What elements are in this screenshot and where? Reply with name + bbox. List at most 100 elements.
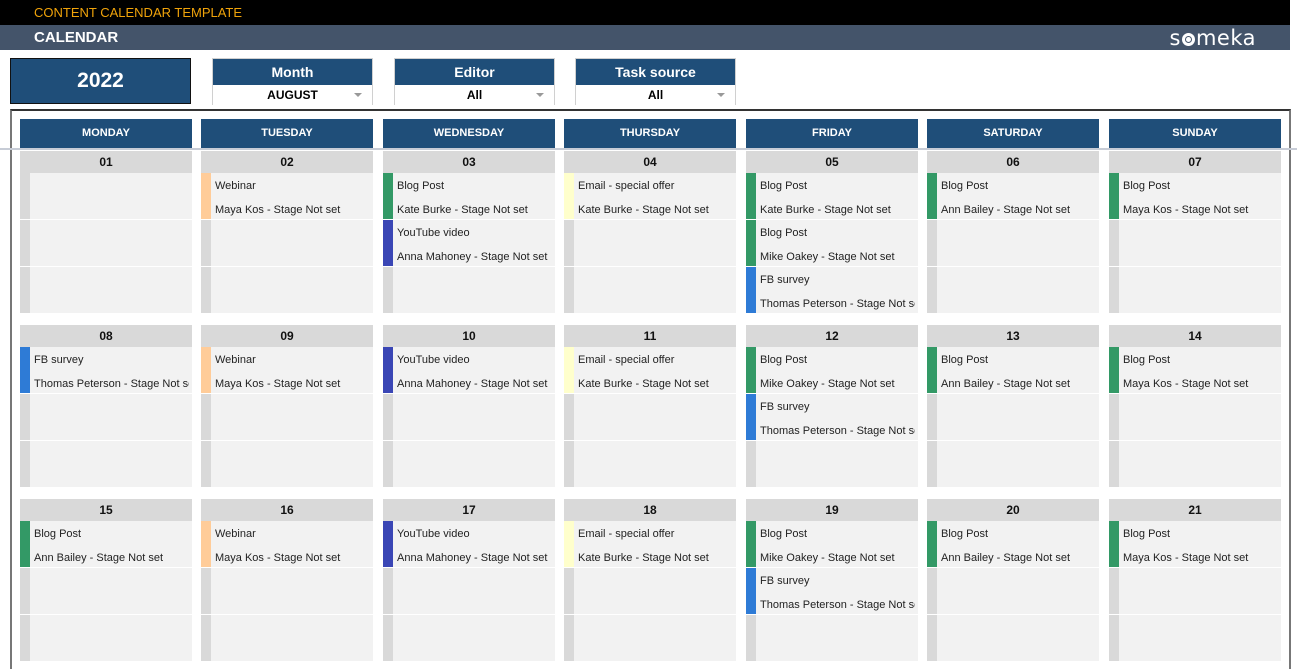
task-detail: Maya Kos - Stage Not set xyxy=(1123,378,1249,390)
task-type: Email - special offer xyxy=(578,528,675,540)
day-number: 13 xyxy=(927,325,1099,347)
empty-task-slot[interactable] xyxy=(1109,220,1281,267)
day-cell: 13 Blog Post Ann Bailey - Stage Not set xyxy=(927,325,1099,488)
task-entry[interactable]: Blog Post Mike Oakey - Stage Not set xyxy=(746,220,918,267)
task-entry[interactable]: Webinar Maya Kos - Stage Not set xyxy=(201,521,373,568)
task-entry[interactable]: Blog Post Maya Kos - Stage Not set xyxy=(1109,173,1281,220)
task-color-marker xyxy=(927,521,937,567)
task-entry[interactable]: Blog Post Ann Bailey - Stage Not set xyxy=(927,347,1099,394)
task-entry[interactable]: Blog Post Maya Kos - Stage Not set xyxy=(1109,521,1281,568)
empty-task-slot[interactable] xyxy=(927,441,1099,488)
day-cell: 01 xyxy=(20,151,192,314)
task-entry[interactable]: YouTube video Anna Mahoney - Stage Not se… xyxy=(383,220,555,267)
empty-task-slot[interactable] xyxy=(564,615,736,662)
task-entry[interactable]: Email - special offer Kate Burke - Stage … xyxy=(564,347,736,394)
day-cell: 19 Blog Post Mike Oakey - Stage Not set FB … xyxy=(746,499,918,662)
task-detail: Mike Oakey - Stage Not set xyxy=(760,251,895,263)
editor-select[interactable]: All xyxy=(395,85,554,105)
someka-logo: s meka xyxy=(1169,26,1256,50)
empty-task-slot[interactable] xyxy=(564,394,736,441)
task-entry[interactable]: Blog Post Mike Oakey - Stage Not set xyxy=(746,521,918,568)
day-cell: 07 Blog Post Maya Kos - Stage Not set xyxy=(1109,151,1281,314)
empty-task-slot[interactable] xyxy=(564,220,736,267)
task-type: Blog Post xyxy=(760,180,808,192)
task-type: Blog Post xyxy=(941,180,989,192)
task-entry[interactable]: YouTube video Anna Mahoney - Stage Not se… xyxy=(383,521,555,568)
empty-task-slot[interactable] xyxy=(564,267,736,314)
empty-task-slot[interactable] xyxy=(927,568,1099,615)
empty-task-slot[interactable] xyxy=(201,441,373,488)
task-entry[interactable]: Email - special offer Kate Burke - Stage … xyxy=(564,521,736,568)
empty-task-slot[interactable] xyxy=(201,220,373,267)
task-detail: Mike Oakey - Stage Not set xyxy=(760,552,895,564)
empty-task-slot[interactable] xyxy=(1109,267,1281,314)
month-select[interactable]: AUGUST xyxy=(213,85,372,105)
day-number: 01 xyxy=(20,151,192,173)
empty-task-slot[interactable] xyxy=(383,441,555,488)
task-color-marker xyxy=(1109,173,1119,219)
task-source-select[interactable]: All xyxy=(576,85,735,105)
task-color-marker xyxy=(1109,267,1119,313)
day-cell: 04 Email - special offer Kate Burke - Stag… xyxy=(564,151,736,314)
task-entry[interactable]: Blog Post Kate Burke - Stage Not set xyxy=(746,173,918,220)
day-cell: 17 YouTube video Anna Mahoney - Stage Not … xyxy=(383,499,555,662)
task-entry[interactable]: YouTube video Anna Mahoney - Stage Not se… xyxy=(383,347,555,394)
weekday-header-wednesday: WEDNESDAY xyxy=(383,119,555,148)
dropdown-arrow-icon[interactable] xyxy=(536,93,544,97)
day-number: 12 xyxy=(746,325,918,347)
empty-task-slot[interactable] xyxy=(564,441,736,488)
empty-task-slot[interactable] xyxy=(1109,441,1281,488)
empty-task-slot[interactable] xyxy=(201,615,373,662)
task-color-marker xyxy=(746,441,756,487)
year-display[interactable]: 2022 xyxy=(10,58,191,104)
empty-task-slot[interactable] xyxy=(20,220,192,267)
task-entry[interactable]: FB survey Thomas Peterson - Stage Not set xyxy=(746,568,918,615)
empty-task-slot[interactable] xyxy=(201,267,373,314)
day-cell: 09 Webinar Maya Kos - Stage Not set xyxy=(201,325,373,488)
section-title: CALENDAR xyxy=(34,29,119,46)
empty-task-slot[interactable] xyxy=(927,394,1099,441)
empty-task-slot[interactable] xyxy=(201,394,373,441)
empty-task-slot[interactable] xyxy=(20,441,192,488)
empty-task-slot[interactable] xyxy=(564,568,736,615)
empty-task-slot[interactable] xyxy=(746,615,918,662)
empty-task-slot[interactable] xyxy=(20,568,192,615)
empty-task-slot[interactable] xyxy=(746,441,918,488)
empty-task-slot[interactable] xyxy=(20,173,192,220)
task-entry[interactable]: Blog Post Ann Bailey - Stage Not set xyxy=(20,521,192,568)
empty-task-slot[interactable] xyxy=(201,568,373,615)
empty-task-slot[interactable] xyxy=(927,615,1099,662)
task-color-marker xyxy=(1109,615,1119,661)
task-entry[interactable]: Blog Post Ann Bailey - Stage Not set xyxy=(927,173,1099,220)
dropdown-arrow-icon[interactable] xyxy=(354,93,362,97)
task-entry[interactable]: Blog Post Maya Kos - Stage Not set xyxy=(1109,347,1281,394)
task-entry[interactable]: Email - special offer Kate Burke - Stage … xyxy=(564,173,736,220)
task-entry[interactable]: Blog Post Kate Burke - Stage Not set xyxy=(383,173,555,220)
empty-task-slot[interactable] xyxy=(1109,568,1281,615)
day-number: 06 xyxy=(927,151,1099,173)
empty-task-slot[interactable] xyxy=(383,394,555,441)
empty-task-slot[interactable] xyxy=(383,615,555,662)
dropdown-arrow-icon[interactable] xyxy=(717,93,725,97)
task-color-marker xyxy=(746,521,756,567)
task-detail: Ann Bailey - Stage Not set xyxy=(941,204,1071,216)
empty-task-slot[interactable] xyxy=(20,394,192,441)
empty-task-slot[interactable] xyxy=(20,615,192,662)
task-color-marker xyxy=(201,441,211,487)
day-number: 19 xyxy=(746,499,918,521)
empty-task-slot[interactable] xyxy=(1109,394,1281,441)
empty-task-slot[interactable] xyxy=(927,220,1099,267)
empty-task-slot[interactable] xyxy=(1109,615,1281,662)
task-color-marker xyxy=(383,441,393,487)
task-entry[interactable]: FB survey Thomas Peterson - Stage Not set xyxy=(746,394,918,441)
empty-task-slot[interactable] xyxy=(20,267,192,314)
empty-task-slot[interactable] xyxy=(383,568,555,615)
task-entry[interactable]: Webinar Maya Kos - Stage Not set xyxy=(201,347,373,394)
empty-task-slot[interactable] xyxy=(383,267,555,314)
task-entry[interactable]: Blog Post Mike Oakey - Stage Not set xyxy=(746,347,918,394)
task-entry[interactable]: Webinar Maya Kos - Stage Not set xyxy=(201,173,373,220)
task-entry[interactable]: FB survey Thomas Peterson - Stage Not set xyxy=(746,267,918,314)
task-entry[interactable]: FB survey Thomas Peterson - Stage Not set xyxy=(20,347,192,394)
empty-task-slot[interactable] xyxy=(927,267,1099,314)
task-entry[interactable]: Blog Post Ann Bailey - Stage Not set xyxy=(927,521,1099,568)
